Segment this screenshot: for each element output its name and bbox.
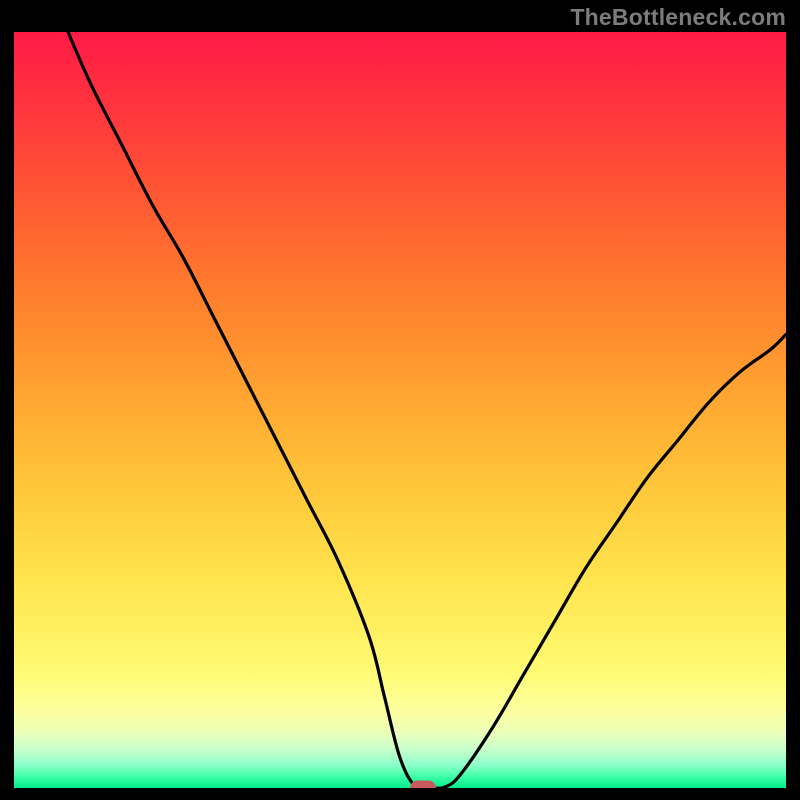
optimal-point-marker [410, 781, 436, 789]
bottleneck-curve [14, 32, 786, 788]
chart-frame: TheBottleneck.com [0, 0, 800, 800]
curve-path [68, 32, 786, 788]
plot-area [14, 32, 786, 788]
watermark-label: TheBottleneck.com [570, 4, 786, 31]
